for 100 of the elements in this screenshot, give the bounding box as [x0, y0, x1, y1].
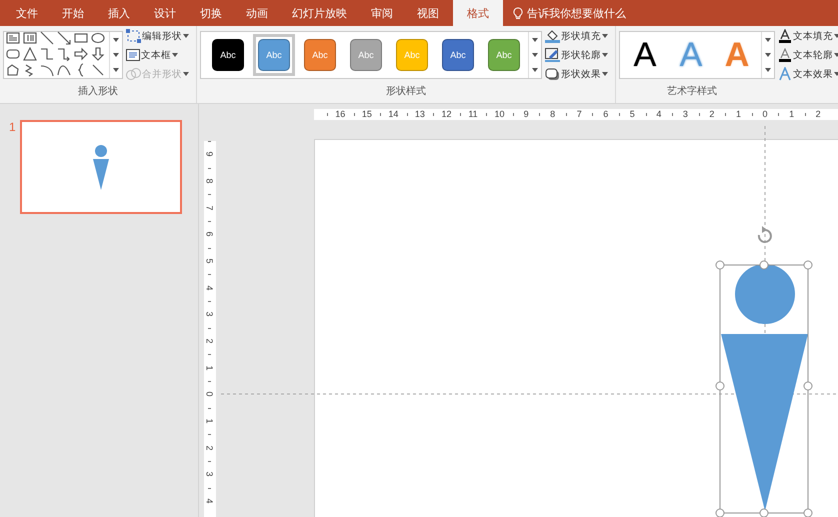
caret-icon: [765, 38, 771, 42]
pencil-outline-icon: [545, 48, 560, 62]
ribbon-command[interactable]: 编辑形状: [126, 28, 189, 44]
text-effects-icon: [778, 67, 792, 81]
caret-icon: [532, 68, 538, 72]
freeform-icon[interactable]: [6, 63, 20, 77]
ribbon-tab[interactable]: 动画: [236, 0, 278, 26]
oval-icon[interactable]: [91, 31, 105, 45]
resize-handle[interactable]: [760, 260, 768, 270]
vertical-text-box-icon[interactable]: [23, 31, 37, 45]
group-label: 形状样式: [385, 84, 427, 99]
ribbon-command[interactable]: 形状轮廓: [545, 47, 608, 63]
merge-shapes-icon: [126, 67, 141, 81]
slide-number: 1: [9, 120, 16, 134]
caret-icon: [532, 52, 538, 57]
ruler-number: 13: [414, 109, 425, 119]
ruler-number: 3: [682, 109, 688, 119]
caret-icon: [765, 68, 771, 72]
ribbon-command[interactable]: 文本填充: [778, 28, 838, 44]
caret-icon: [183, 72, 189, 76]
ribbon-command[interactable]: 文本轮廓: [778, 47, 838, 63]
resize-handle[interactable]: [804, 260, 812, 270]
arc-icon[interactable]: [40, 63, 54, 77]
group-label: 艺术字样式: [666, 84, 718, 99]
ruler-number: 14: [388, 109, 398, 119]
ruler-number: 2: [205, 445, 215, 450]
triangle-icon[interactable]: [23, 47, 37, 61]
rotate-handle-icon[interactable]: [758, 226, 772, 243]
text-fill-icon: [778, 29, 792, 43]
arrow-line-icon[interactable]: [57, 31, 71, 45]
line-icon[interactable]: [91, 63, 105, 77]
ribbon-command[interactable]: 形状填充: [545, 28, 608, 44]
command-label: 文本效果: [793, 68, 833, 80]
ruler-number: 1: [205, 418, 215, 424]
ruler-number: 3: [205, 312, 215, 317]
rectangle-icon[interactable]: [74, 31, 88, 45]
text-box-icon[interactable]: [6, 31, 20, 45]
text-box-icon: [126, 49, 140, 61]
ruler-number: 12: [441, 109, 452, 119]
resize-handle[interactable]: [716, 260, 724, 270]
edit-points-icon: [126, 29, 141, 43]
wordart-style[interactable]: A: [668, 33, 714, 77]
person-shape-drawing: [92, 144, 110, 190]
command-label: 文本填充: [793, 30, 833, 42]
ribbon-command[interactable]: 文本框: [126, 47, 189, 63]
ruler-number: 11: [468, 109, 478, 119]
ribbon-tab[interactable]: 设计: [144, 0, 186, 26]
caret-icon: [172, 53, 178, 57]
ribbon-tab[interactable]: 格式: [453, 0, 503, 26]
ruler-number: 6: [603, 109, 608, 119]
ruler-number: 2: [205, 338, 215, 344]
ribbon-tab[interactable]: 文件: [6, 0, 48, 26]
ruler-number: 1: [789, 109, 794, 119]
ribbon-tab[interactable]: 开始: [52, 0, 94, 26]
ribbon-tab[interactable]: 切换: [190, 0, 232, 26]
caret-icon: [532, 38, 538, 42]
caret-icon: [113, 68, 119, 72]
ribbon-command[interactable]: 形状效果: [545, 66, 608, 82]
ruler-number: 15: [362, 109, 372, 119]
elbow-arrow-icon[interactable]: [57, 47, 71, 61]
caret-icon: [765, 52, 771, 57]
ruler-number: 9: [524, 109, 529, 119]
command-label: 文本轮廓: [793, 48, 833, 62]
lightbulb-icon: [513, 6, 523, 20]
wordart-style[interactable]: A: [714, 33, 760, 77]
curve-icon[interactable]: [57, 63, 71, 77]
ribbon-tab[interactable]: 幻灯片放映: [282, 0, 357, 26]
text-outline-icon: [778, 48, 792, 62]
down-arrow-icon[interactable]: [91, 47, 105, 61]
command-label: 编辑形状: [142, 30, 182, 42]
circle-shape[interactable]: [735, 264, 795, 324]
command-label: 形状轮廓: [561, 48, 601, 62]
ribbon-command[interactable]: 文本效果: [778, 66, 838, 82]
ruler-number: 16: [335, 109, 346, 119]
ribbon-tab[interactable]: 视图: [407, 0, 449, 26]
ruler-number: 5: [205, 258, 215, 264]
resize-handle[interactable]: [716, 382, 724, 390]
resize-handle[interactable]: [804, 508, 812, 517]
tell-me-search[interactable]: 告诉我你想要做什么: [527, 6, 626, 20]
ribbon-tab[interactable]: 审阅: [361, 0, 403, 26]
caret-icon: [602, 72, 608, 76]
ruler-number: 5: [630, 109, 635, 119]
rounded-rectangle-icon[interactable]: [6, 47, 20, 61]
command-label: 形状填充: [561, 30, 601, 42]
command-label: 文本框: [141, 48, 171, 62]
ribbon-tab[interactable]: 插入: [98, 0, 140, 26]
group-label: 插入形状: [77, 84, 119, 99]
resize-handle[interactable]: [804, 382, 812, 390]
wordart-style[interactable]: A: [622, 33, 668, 77]
line-icon[interactable]: [40, 31, 54, 45]
ruler-number: 1: [205, 365, 215, 370]
shape-effects-icon: [545, 67, 560, 81]
resize-handle[interactable]: [716, 508, 724, 517]
right-arrow-icon[interactable]: [74, 47, 88, 61]
ruler-number: 8: [205, 178, 215, 184]
resize-handle[interactable]: [760, 508, 768, 517]
slide-thumbnail[interactable]: [20, 120, 182, 214]
elbow-connector-icon[interactable]: [40, 47, 54, 61]
ruler-number: 1: [736, 109, 741, 119]
triangle-shape[interactable]: [721, 334, 808, 511]
